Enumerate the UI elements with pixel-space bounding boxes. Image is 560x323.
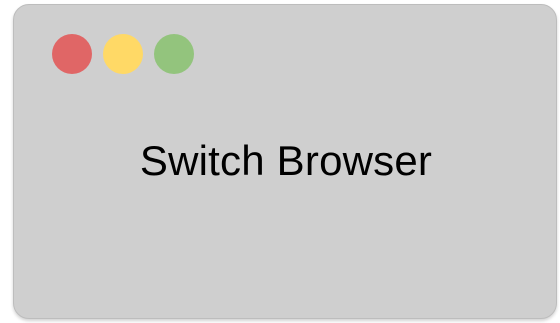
browser-window: Switch Browser xyxy=(13,4,557,319)
window-title: Switch Browser xyxy=(139,137,433,184)
minimize-button[interactable] xyxy=(103,34,143,74)
page: Switch Browser xyxy=(0,0,560,323)
maximize-button[interactable] xyxy=(154,34,194,74)
close-button[interactable] xyxy=(52,34,92,74)
window-controls xyxy=(52,34,194,74)
